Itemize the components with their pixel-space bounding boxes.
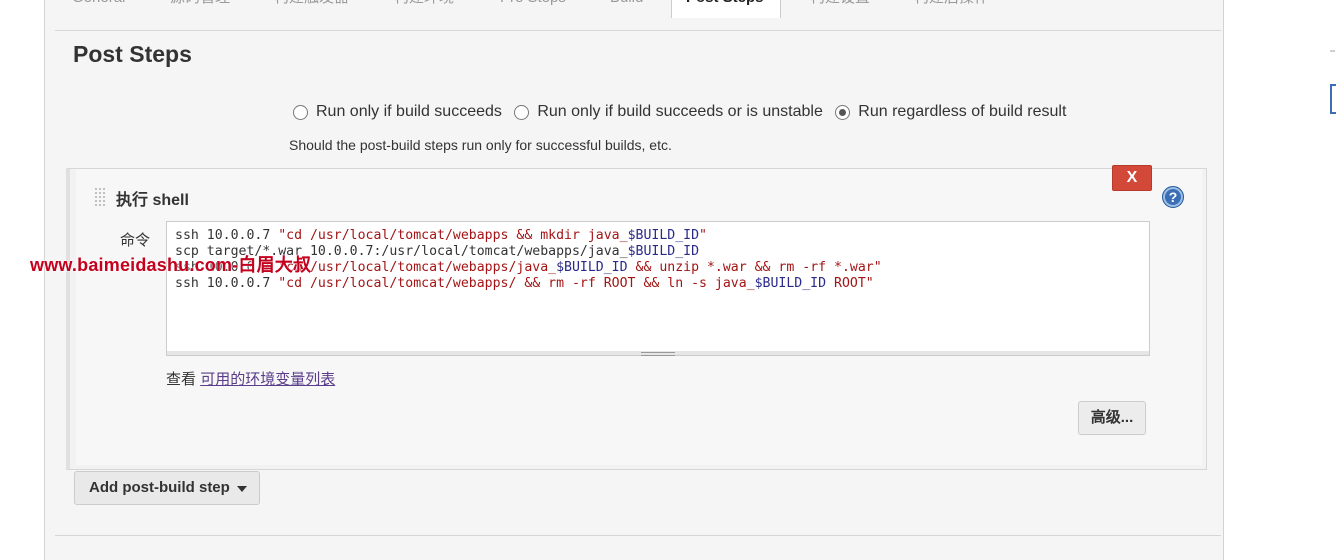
env-vars-link[interactable]: 可用的环境变量列表 <box>200 371 335 388</box>
env-prefix: 查看 <box>166 371 197 388</box>
delete-step-button[interactable]: X <box>1112 165 1152 191</box>
command-label: 命令 <box>120 232 151 249</box>
add-step-label: Add post-build step <box>89 479 230 496</box>
drag-handle-icon[interactable] <box>94 187 106 207</box>
section-title: Post Steps <box>73 41 192 67</box>
tab-post-steps[interactable]: Post Steps <box>671 0 781 18</box>
watermark: www.baimeidashu.com-白眉大叔 <box>30 255 312 275</box>
radio-run-if-succeeds[interactable]: Run only if build succeeds <box>293 103 502 121</box>
run-condition-radios: Run only if build succeeds Run only if b… <box>293 103 1074 125</box>
radio-label: Run only if build succeeds <box>316 103 502 120</box>
side-bracket-icon <box>1330 84 1336 114</box>
side-divider <box>1330 50 1335 52</box>
tab-source-management[interactable]: 源码管理 <box>155 0 245 18</box>
tab-pre-steps[interactable]: Pre Steps <box>485 0 581 18</box>
radio-run-regardless[interactable]: Run regardless of build result <box>835 103 1066 121</box>
tab-general[interactable]: General <box>57 0 140 18</box>
execute-shell-step: 执行 shell X ? 命令 ssh 10.0.0.7 "cd /usr/lo… <box>76 165 1202 465</box>
chevron-down-icon <box>237 486 247 492</box>
radio-label: Run only if build succeeds or is unstabl… <box>537 103 823 120</box>
tab-build-environment[interactable]: 构建环境 <box>379 0 469 18</box>
textarea-resize-handle[interactable] <box>166 351 1150 356</box>
help-icon[interactable]: ? <box>1162 186 1184 208</box>
tab-build-settings[interactable]: 构建设置 <box>795 0 885 18</box>
command-textarea[interactable]: ssh 10.0.0.7 "cd /usr/local/tomcat/webap… <box>166 221 1150 355</box>
config-tabs: General 源码管理 构建触发器 构建环境 Pre Steps Build … <box>45 0 1223 18</box>
step-title: 执行 shell <box>116 192 189 209</box>
radio-label: Run regardless of build result <box>858 103 1067 120</box>
tab-build-triggers[interactable]: 构建触发器 <box>259 0 364 18</box>
build-step-container: 执行 shell X ? 命令 ssh 10.0.0.7 "cd /usr/lo… <box>66 165 1207 470</box>
radio-button[interactable] <box>514 104 530 120</box>
tab-post-build-actions[interactable]: 构建后操作 <box>899 0 1004 18</box>
tab-build[interactable]: Build <box>595 0 658 18</box>
add-post-build-step-button[interactable]: Add post-build step <box>74 471 260 505</box>
radio-button[interactable] <box>293 104 308 120</box>
run-condition-hint: Should the post-build steps run only for… <box>289 137 672 153</box>
env-vars-line: 查看 可用的环境变量列表 <box>166 368 335 389</box>
radio-button-checked[interactable] <box>835 104 851 120</box>
radio-run-if-succeeds-or-unstable[interactable]: Run only if build succeeds or is unstabl… <box>514 103 823 121</box>
advanced-button[interactable]: 高级... <box>1078 401 1146 435</box>
